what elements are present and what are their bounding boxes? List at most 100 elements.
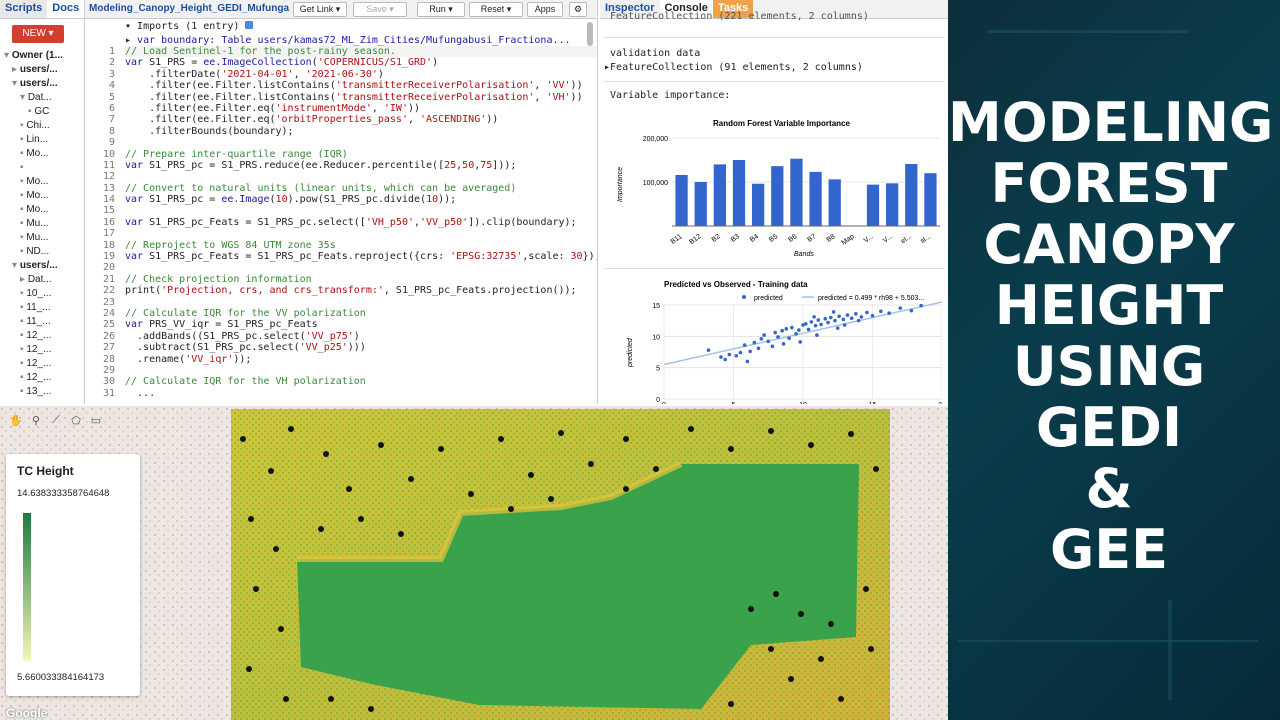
bar-V...[interactable] xyxy=(866,184,880,226)
code-line[interactable] xyxy=(125,171,597,182)
scatter-point[interactable] xyxy=(748,349,752,354)
scatter-point[interactable] xyxy=(784,327,789,331)
scatter-point[interactable] xyxy=(831,310,836,314)
bar-B6[interactable] xyxy=(790,158,803,226)
code-line[interactable]: var S1_PRS_pc_Feats = S1_PRS_pc_Feats.re… xyxy=(125,251,597,262)
scatter-point[interactable] xyxy=(738,350,743,355)
marker-icon[interactable]: ⚲ xyxy=(28,414,44,430)
tree-item[interactable]: ▪ 11_... xyxy=(0,315,84,329)
tree-item[interactable]: ▪ Mo... xyxy=(0,147,84,161)
code-line[interactable]: var PRS_VV_iqr = S1_PRS_pc_Feats xyxy=(125,319,597,330)
get-link-button[interactable]: Get Link ▾ xyxy=(293,2,347,17)
tree-item[interactable]: ▪ 12_... xyxy=(0,343,84,357)
save-button[interactable]: Save ▾ xyxy=(353,2,407,17)
scatter-point[interactable] xyxy=(865,310,869,315)
scatter-point[interactable] xyxy=(856,318,861,323)
code-line[interactable]: .rename('VV_iqr')); xyxy=(125,354,597,365)
tree-item[interactable]: ▪ xyxy=(0,161,84,175)
code-line[interactable]: .subtract(S1_PRS_pc.select('VV_p25'))) xyxy=(125,342,597,353)
bar-B5[interactable] xyxy=(771,166,784,226)
code-line[interactable] xyxy=(125,137,597,148)
scatter-point[interactable] xyxy=(759,337,764,341)
scatter-point[interactable] xyxy=(719,355,723,359)
scatter-point[interactable] xyxy=(841,317,846,322)
scatter-point[interactable] xyxy=(773,330,777,335)
code-line[interactable]: ... xyxy=(125,388,597,399)
scatter-point[interactable] xyxy=(823,316,828,321)
bar-V...[interactable] xyxy=(886,183,899,226)
reset-button[interactable]: Reset ▾ xyxy=(469,2,523,17)
scatter-point[interactable] xyxy=(787,336,791,341)
scatter-point[interactable] xyxy=(770,344,775,349)
code-line[interactable]: // Reproject to WGS 84 UTM zone 35s xyxy=(125,240,597,251)
scatter-point[interactable] xyxy=(806,327,811,332)
scatter-point[interactable] xyxy=(734,353,739,358)
tree-item[interactable]: ▪ Mo... xyxy=(0,175,84,189)
scatter-point[interactable] xyxy=(835,326,840,330)
code-line[interactable]: .filter(ee.Filter.eq('instrumentMode', '… xyxy=(125,103,597,114)
tree-item[interactable]: ▪ 12_... xyxy=(0,329,84,343)
tree-item[interactable]: ▪ Chi... xyxy=(0,119,84,133)
scatter-point[interactable] xyxy=(798,340,803,344)
scatter-point[interactable] xyxy=(776,335,780,339)
code-line[interactable] xyxy=(125,228,597,239)
tab-docs[interactable]: Docs xyxy=(47,0,84,18)
scatter-point[interactable] xyxy=(816,318,821,322)
scatter-point[interactable] xyxy=(797,328,801,332)
scatter-point[interactable] xyxy=(815,333,819,337)
scatter-point[interactable] xyxy=(752,340,757,345)
code-line[interactable]: // Convert to natural units (linear unit… xyxy=(125,183,597,194)
tree-item[interactable]: ▪ 12_... xyxy=(0,371,84,385)
tree-item[interactable]: ▾ users/... xyxy=(0,77,84,91)
bar-B8[interactable] xyxy=(828,179,841,226)
tree-item[interactable]: ▪ Mo... xyxy=(0,203,84,217)
scatter-point[interactable] xyxy=(919,303,923,308)
code-line[interactable]: .filter(ee.Filter.listContains('transmit… xyxy=(125,80,597,91)
scatter-point[interactable] xyxy=(833,318,837,323)
code-line[interactable]: .filter(ee.Filter.listContains('transmit… xyxy=(125,92,597,103)
scatter-point[interactable] xyxy=(766,339,771,344)
scatter-point[interactable] xyxy=(723,357,727,362)
code-line[interactable] xyxy=(125,297,597,308)
scatter-point[interactable] xyxy=(762,333,766,337)
scatter-point[interactable] xyxy=(842,323,847,327)
tree-item[interactable]: ▾ Owner (1... xyxy=(0,49,84,63)
code-line[interactable]: .addBands((S1_PRS_pc.select('VV_p75') xyxy=(125,331,597,342)
scatter-point[interactable] xyxy=(887,311,891,315)
code-body[interactable]: // Load Sentinel-1 for the post-rainy se… xyxy=(125,46,597,399)
hand-icon[interactable]: ✋ xyxy=(8,414,24,430)
code-line[interactable] xyxy=(125,262,597,273)
editor-scrollbar[interactable] xyxy=(587,22,593,46)
tree-item[interactable]: ▪ Mu... xyxy=(0,217,84,231)
tree-item[interactable]: ▪ 10_... xyxy=(0,287,84,301)
apps-button[interactable]: Apps xyxy=(527,2,563,17)
scatter-point[interactable] xyxy=(813,323,818,328)
code-line[interactable]: var S1_PRS_pc = S1_PRS.reduce(ee.Reducer… xyxy=(125,160,597,171)
scatter-point[interactable] xyxy=(819,322,823,327)
scatter-point[interactable] xyxy=(790,325,794,330)
imports-header[interactable]: ▾ Imports (1 entry) xyxy=(125,20,597,34)
tree-item[interactable]: ▪ Lin... xyxy=(0,133,84,147)
code-line[interactable]: // Prepare inter-quartile range (IQR) xyxy=(125,149,597,160)
scatter-point[interactable] xyxy=(780,328,784,333)
imports-section[interactable]: ▾ Imports (1 entry) ▸ var boundary: Tabl… xyxy=(85,20,597,48)
code-line[interactable]: var S1_PRS_pc_Feats = S1_PRS_pc.select([… xyxy=(125,217,597,228)
scatter-point[interactable] xyxy=(826,320,830,325)
tree-item[interactable]: ▪ 11_... xyxy=(0,301,84,315)
code-line[interactable]: // Check projection information xyxy=(125,274,597,285)
code-line[interactable] xyxy=(125,205,597,216)
code-line[interactable]: print('Projection, crs, and crs_transfor… xyxy=(125,285,597,296)
map-view[interactable]: ✋ ⚲ ⟋ ⬠ ▭ TC Height 14.638333358764648 5… xyxy=(0,406,948,720)
scatter-point[interactable] xyxy=(756,346,761,351)
code-line[interactable]: var S1_PRS = ee.ImageCollection('COPERNI… xyxy=(125,57,597,68)
rectangle-icon[interactable]: ▭ xyxy=(88,414,104,430)
tree-item[interactable]: ▪ Mu... xyxy=(0,231,84,245)
tree-item[interactable]: ▪ ND... xyxy=(0,245,84,259)
code-line[interactable]: // Calculate IQR for the VV polarization xyxy=(125,308,597,319)
scatter-point[interactable] xyxy=(742,343,747,347)
code-line[interactable] xyxy=(125,365,597,376)
scatter-point[interactable] xyxy=(879,309,883,314)
new-button[interactable]: NEW ▾ xyxy=(12,25,64,43)
code-line[interactable]: var S1_PRS_pc = ee.Image(10).pow(S1_PRS_… xyxy=(125,194,597,205)
tree-item[interactable]: ▾ users/... xyxy=(0,259,84,273)
